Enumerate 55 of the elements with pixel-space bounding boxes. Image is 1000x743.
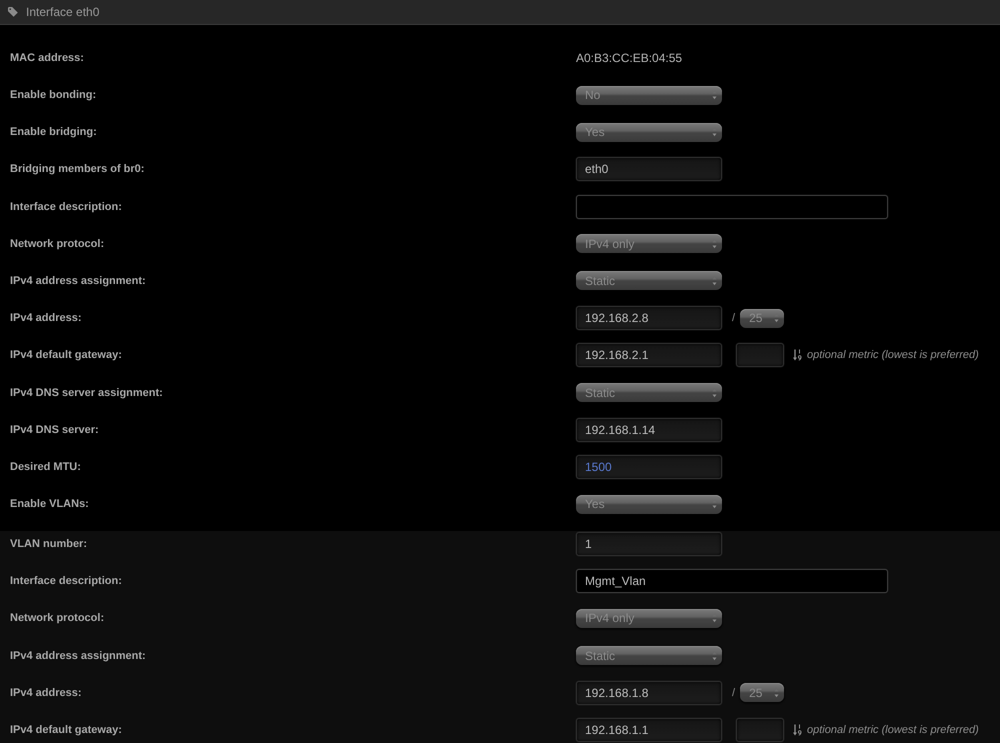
- field-label: IPv4 address assignment:: [10, 650, 146, 662]
- input-field[interactable]: 192.168.1.14: [576, 418, 722, 442]
- input-field[interactable]: 1: [576, 532, 722, 556]
- metric-input[interactable]: [736, 343, 784, 368]
- field-label: IPv4 DNS server assignment:: [10, 386, 163, 398]
- field-label: VLAN number:: [10, 538, 87, 550]
- metric-input[interactable]: [736, 718, 784, 742]
- field-label: Interface description:: [10, 200, 122, 213]
- field-label: Network protocol:: [10, 238, 104, 250]
- input-field[interactable]: 192.168.1.8: [576, 680, 722, 705]
- field-label: Bridging members of br0:: [10, 163, 144, 176]
- caret-icon: [712, 238, 717, 249]
- input-field[interactable]: 1500: [576, 454, 722, 479]
- select-dropdown[interactable]: IPv4 only: [576, 234, 722, 254]
- field-label: MAC address:: [10, 52, 84, 64]
- field-label: IPv4 address:: [10, 312, 82, 324]
- caret-icon: [712, 388, 717, 398]
- prefix-separator: /: [732, 686, 736, 699]
- field-label: Network protocol:: [10, 612, 104, 624]
- input-field[interactable]: 192.168.2.8: [576, 306, 722, 330]
- field-label: IPv4 default gateway:: [10, 724, 122, 736]
- prefix-separator: /: [732, 312, 736, 324]
- input-field[interactable]: 192.168.1.1: [576, 718, 722, 742]
- caret-icon: [712, 650, 717, 661]
- prefix-select[interactable]: 25: [740, 683, 784, 702]
- input-field[interactable]: 192.168.2.1: [576, 343, 722, 368]
- panel-title: Interface eth0: [26, 4, 100, 19]
- select-dropdown[interactable]: IPv4 only: [576, 608, 722, 628]
- field-label: Enable bonding:: [10, 89, 96, 101]
- mac-address-value: A0:B3:CC:EB:04:55: [576, 50, 682, 65]
- caret-icon: [712, 276, 717, 286]
- field-label: Interface description:: [10, 575, 122, 588]
- field-label: Enable VLANs:: [10, 498, 89, 510]
- field-label: IPv4 address:: [10, 686, 82, 699]
- field-label: IPv4 address assignment:: [10, 274, 146, 287]
- metric-hint: optional metric (lowest is preferred): [807, 724, 979, 736]
- select-dropdown[interactable]: Yes: [576, 494, 722, 514]
- input-field[interactable]: eth0: [576, 157, 722, 182]
- field-label: Enable bridging:: [10, 126, 97, 138]
- select-dropdown[interactable]: Static: [576, 383, 722, 402]
- field-label: IPv4 default gateway:: [10, 349, 122, 362]
- sort-numeric-icon: [793, 724, 802, 736]
- select-dropdown[interactable]: No: [576, 86, 722, 104]
- select-dropdown[interactable]: Static: [576, 646, 722, 666]
- prefix-select[interactable]: 25: [740, 308, 784, 328]
- select-dropdown[interactable]: Static: [576, 271, 722, 290]
- field-label: IPv4 DNS server:: [10, 424, 99, 436]
- input-field[interactable]: [576, 194, 888, 219]
- select-dropdown[interactable]: Yes: [576, 122, 722, 142]
- input-field[interactable]: Mgmt_Vlan: [576, 569, 888, 594]
- tag-icon: [8, 6, 18, 17]
- caret-icon: [774, 688, 780, 698]
- field-label: Desired MTU:: [10, 460, 81, 473]
- sort-numeric-icon: [793, 349, 802, 362]
- metric-hint: optional metric (lowest is preferred): [807, 349, 979, 362]
